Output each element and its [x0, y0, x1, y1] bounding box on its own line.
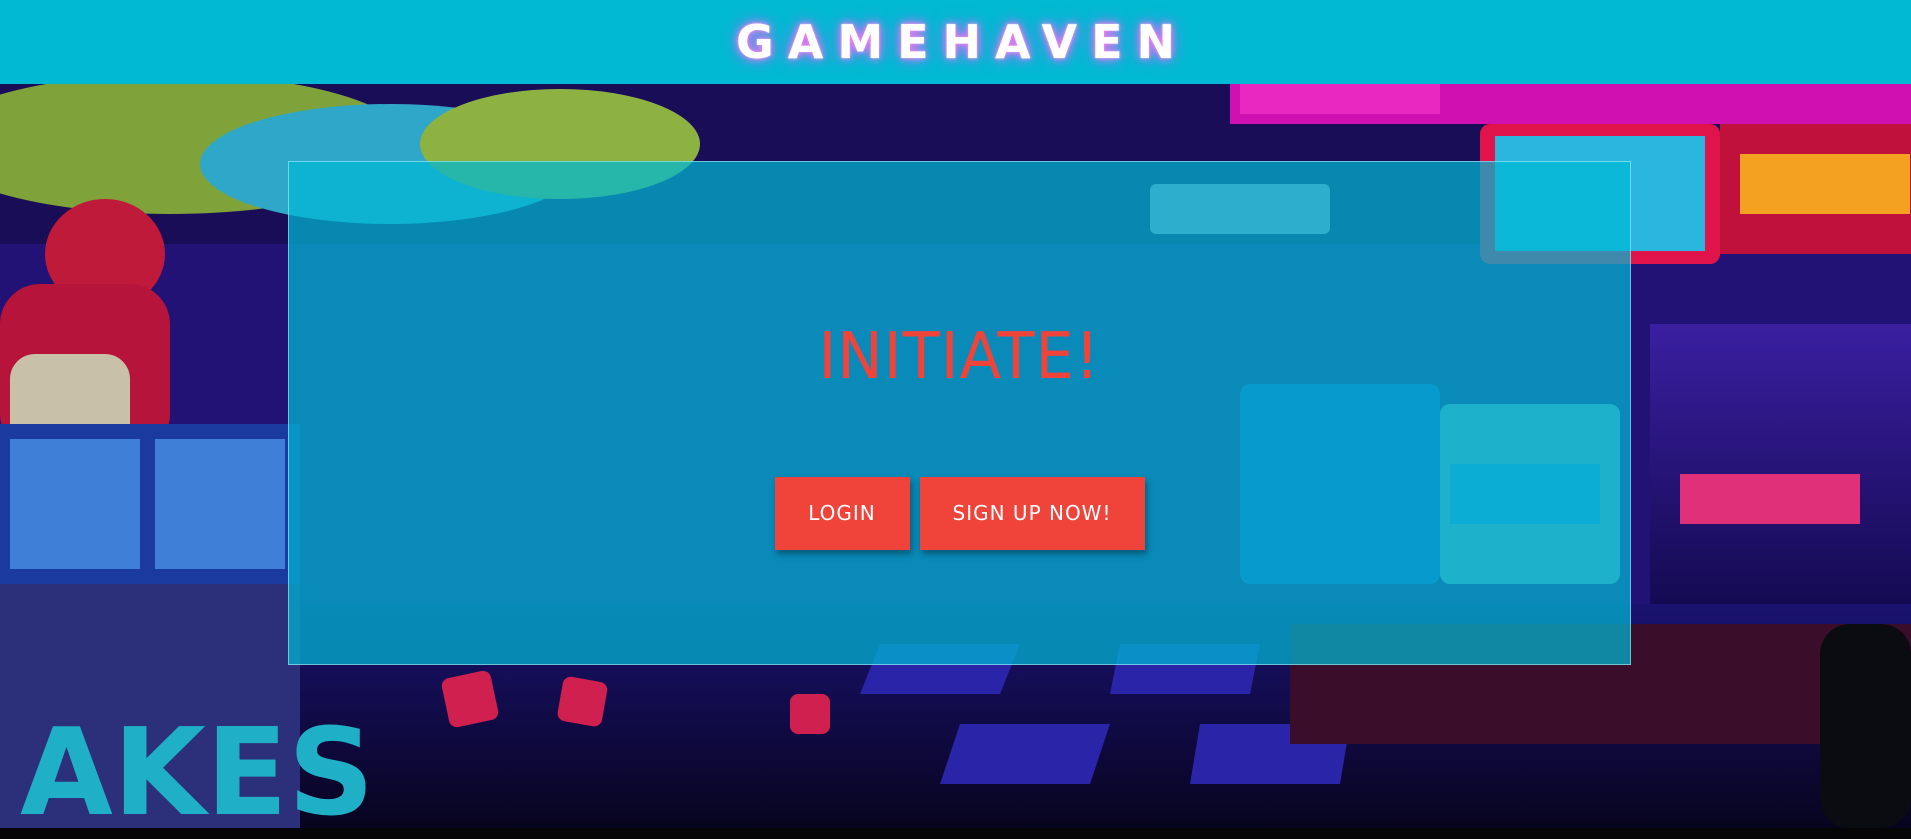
svg-text:AKES: AKES [20, 704, 374, 828]
site-logo[interactable]: GAMEHAVEN [722, 19, 1189, 65]
page: GAMEHAVEN AKES INITIATE! LOGIN SIGN UP N… [0, 0, 1911, 839]
sign-up-button[interactable]: SIGN UP NOW! [919, 476, 1145, 550]
site-header: GAMEHAVEN [0, 0, 1911, 84]
hero-button-row: LOGIN SIGN UP NOW! [774, 476, 1145, 550]
hero-headline: INITIATE! [818, 320, 1101, 394]
hero-card: INITIATE! LOGIN SIGN UP NOW! [288, 161, 1631, 665]
page-bottom-edge [0, 828, 1911, 839]
hero-section: AKES INITIATE! LOGIN SIGN UP NOW! [0, 84, 1911, 828]
login-button[interactable]: LOGIN [774, 476, 910, 550]
